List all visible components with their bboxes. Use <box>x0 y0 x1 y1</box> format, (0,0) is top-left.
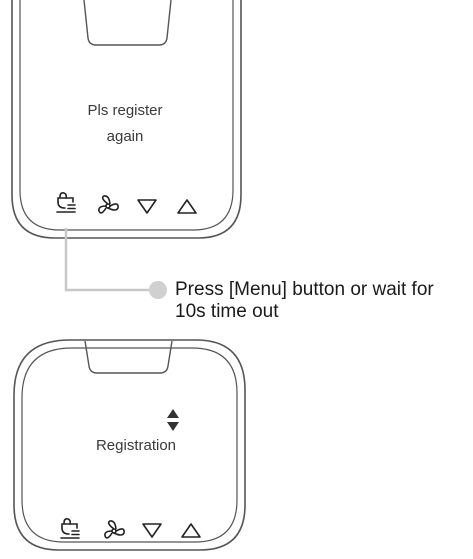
up-down-arrows-icon <box>167 409 179 431</box>
connector-dot <box>149 281 167 299</box>
callout-text: Press [Menu] button or wait for 10s time… <box>175 279 470 323</box>
top-message-line1: Pls register <box>87 102 163 119</box>
top-down-arrow-icon[interactable] <box>137 199 157 214</box>
bottom-screen-message: Registration <box>95 437 177 454</box>
callout-line1: Press [Menu] button or wait for <box>175 279 434 300</box>
top-fan-icon[interactable] <box>98 195 119 214</box>
top-menu-icon[interactable] <box>56 192 76 213</box>
top-screen-message: Pls register again <box>40 98 210 150</box>
callout-line2: 10s time out <box>175 301 279 322</box>
top-message-line2: again <box>106 128 144 145</box>
bottom-up-arrow-icon[interactable] <box>181 523 201 538</box>
bottom-down-arrow-icon[interactable] <box>142 523 162 538</box>
bottom-menu-icon[interactable] <box>60 518 80 539</box>
top-notch <box>83 0 172 46</box>
bottom-notch <box>84 340 173 374</box>
top-up-arrow-icon[interactable] <box>177 199 197 214</box>
bottom-fan-icon[interactable] <box>104 520 125 539</box>
